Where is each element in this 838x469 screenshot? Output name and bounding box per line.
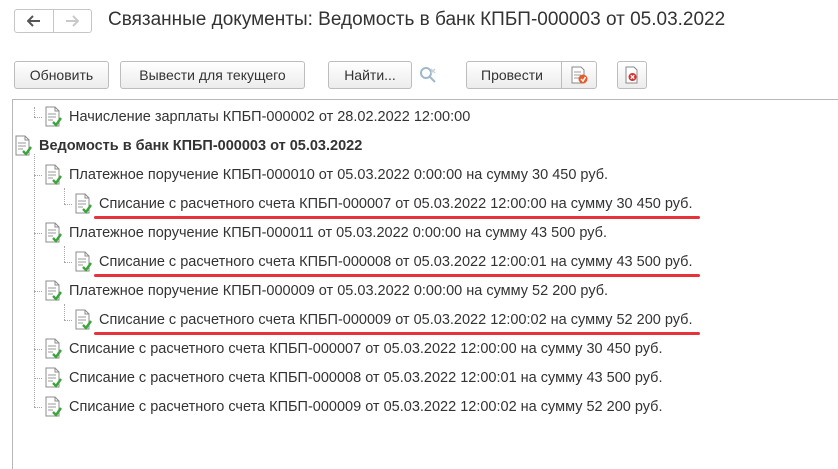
tree-connector-line xyxy=(64,320,72,321)
cancel-search-button[interactable] xyxy=(416,64,440,86)
posted-document-icon xyxy=(45,396,62,417)
posted-document-icon xyxy=(45,164,62,185)
tree-row[interactable]: Ведомость в банк КПБП-000003 от 05.03.20… xyxy=(14,132,362,159)
tree-row-label: Списание с расчетного счета КПБП-000009 … xyxy=(69,398,663,415)
tree-row-label: Списание с расчетного счета КПБП-000007 … xyxy=(99,195,693,212)
tree-row[interactable]: Списание с расчетного счета КПБП-000008 … xyxy=(44,364,663,391)
posted-document-icon xyxy=(45,338,62,359)
tree-connector-line xyxy=(64,188,65,204)
window-title: Связанные документы: Ведомость в банк КП… xyxy=(108,9,726,30)
arrow-left-icon xyxy=(26,15,40,27)
tree-row-label: Списание с расчетного счета КПБП-000009 … xyxy=(99,311,693,328)
posted-document-icon xyxy=(75,193,92,214)
posted-document-icon xyxy=(45,280,62,301)
forward-button[interactable] xyxy=(52,10,92,32)
post-submenu[interactable] xyxy=(561,62,596,88)
tree-row-label: Списание с расчетного счета КПБП-000008 … xyxy=(99,253,693,270)
tree-connector-line xyxy=(64,246,65,262)
tree-row[interactable]: Платежное поручение КПБП-000011 от 05.03… xyxy=(44,219,607,246)
tree-row-label: Ведомость в банк КПБП-000003 от 05.03.20… xyxy=(39,137,363,154)
tree-row[interactable]: Списание с расчетного счета КПБП-000009 … xyxy=(74,306,693,333)
refresh-button[interactable]: Обновить xyxy=(14,61,109,89)
post-button[interactable]: Провести xyxy=(466,61,597,89)
tree-row[interactable]: Списание с расчетного счета КПБП-000008 … xyxy=(74,248,693,275)
tree-row-label: Списание с расчетного счета КПБП-000008 … xyxy=(69,369,663,386)
tree-connector-line xyxy=(34,107,35,117)
tree-connector-line xyxy=(34,233,42,234)
posted-document-icon xyxy=(75,309,92,330)
tree-row[interactable]: Списание с расчетного счета КПБП-000007 … xyxy=(74,190,693,217)
tree-row-label: Платежное поручение КПБП-000009 от 05.03… xyxy=(69,282,609,299)
tree-row[interactable]: Списание с расчетного счета КПБП-000007 … xyxy=(44,335,663,362)
delete-document-icon xyxy=(625,66,638,84)
output-current-button[interactable]: Вывести для текущего xyxy=(120,61,305,89)
posted-document-icon xyxy=(75,251,92,272)
delete-button[interactable] xyxy=(617,61,647,89)
back-button[interactable] xyxy=(15,10,53,32)
post-button-label: Провести xyxy=(481,67,543,83)
tree-connector-line xyxy=(34,291,42,292)
tree-connector-line xyxy=(34,117,42,118)
tree-connector-line xyxy=(34,407,42,408)
tree-row-label: Начисление зарплаты КПБП-000002 от 28.02… xyxy=(69,108,471,125)
find-button[interactable]: Найти... xyxy=(328,61,412,89)
posted-document-icon xyxy=(45,222,62,243)
tree-row[interactable]: Списание с расчетного счета КПБП-000009 … xyxy=(44,393,663,420)
posted-document-icon xyxy=(15,135,32,156)
tree-connector-line xyxy=(64,204,72,205)
arrow-right-icon xyxy=(66,15,80,27)
post-document-icon xyxy=(571,66,588,84)
tree-row[interactable]: Платежное поручение КПБП-000010 от 05.03… xyxy=(44,161,608,188)
navigation-buttons xyxy=(14,9,92,33)
tree-connector-line xyxy=(34,175,42,176)
tree-connector-line xyxy=(34,349,42,350)
tree-connector-line xyxy=(64,304,65,320)
tree-connector-line xyxy=(34,154,35,407)
tree-connector-line xyxy=(64,262,72,263)
tree-row-label: Платежное поручение КПБП-000010 от 05.03… xyxy=(69,166,609,183)
tree-row-label: Списание с расчетного счета КПБП-000007 … xyxy=(69,340,663,357)
tree-row[interactable]: Платежное поручение КПБП-000009 от 05.03… xyxy=(44,277,608,304)
posted-document-icon xyxy=(45,367,62,388)
tree-connector-line xyxy=(34,378,42,379)
posted-document-icon xyxy=(45,106,62,127)
tree-row[interactable]: Начисление зарплаты КПБП-000002 от 28.02… xyxy=(44,103,470,130)
cancel-search-icon xyxy=(420,67,436,83)
tree-row-label: Платежное поручение КПБП-000011 от 05.03… xyxy=(69,224,607,241)
